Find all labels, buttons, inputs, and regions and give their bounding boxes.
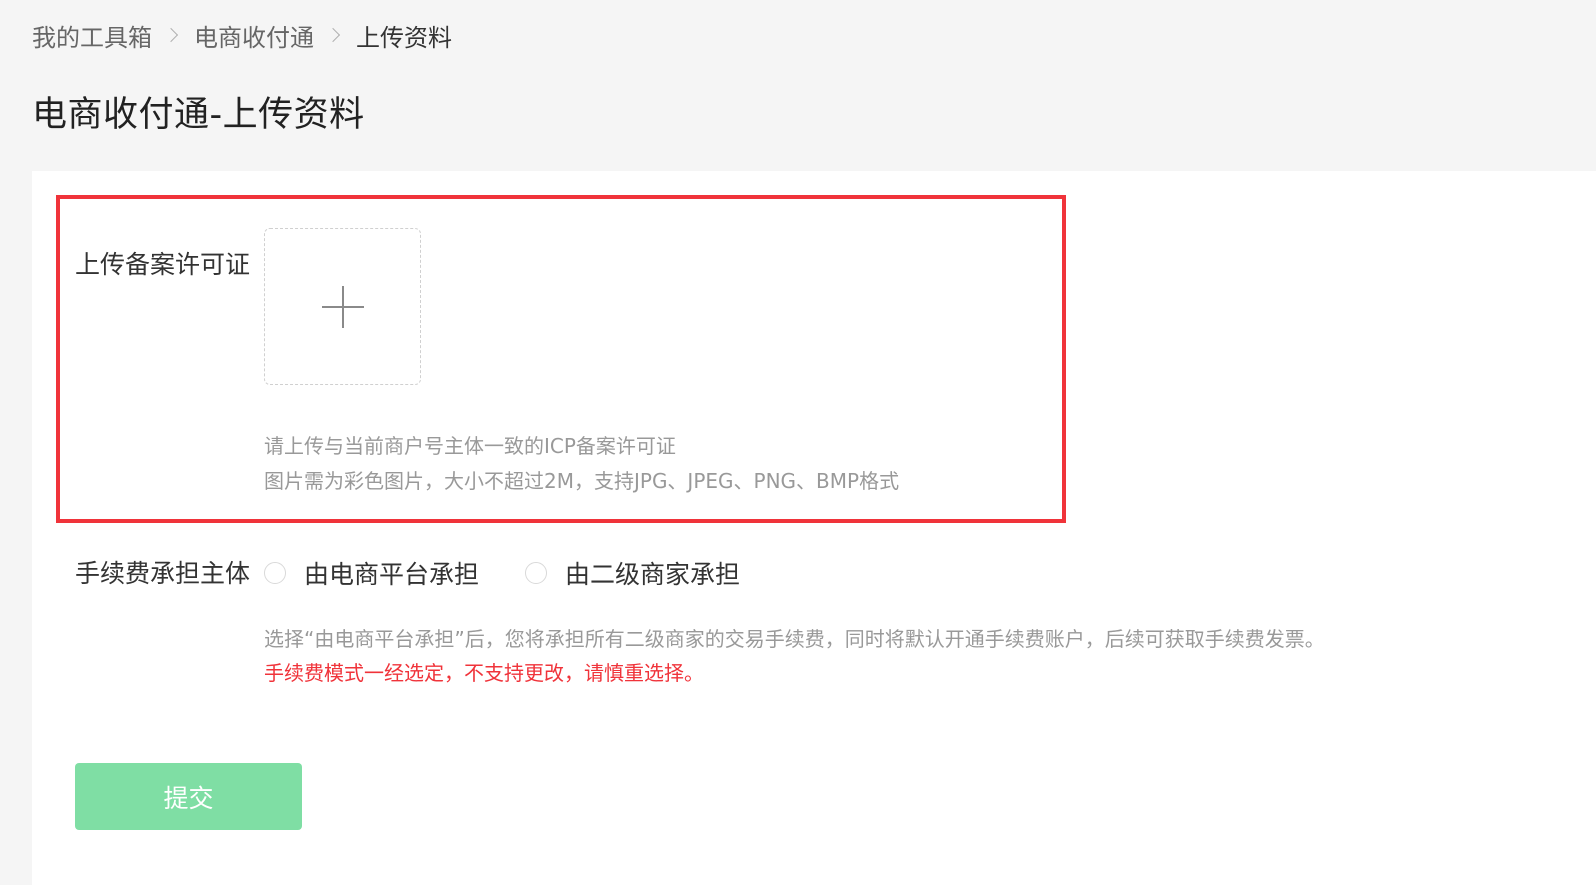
upload-license-button[interactable] [264, 228, 421, 385]
upload-hint-line2: 图片需为彩色图片，大小不超过2M，支持JPG、JPEG、PNG、BMP格式 [264, 469, 900, 493]
form-card: 上传备案许可证 请上传与当前商户号主体一致的ICP备案许可证 图片需为彩色图片，… [32, 171, 1596, 885]
fee-bearer-hint: 选择“由电商平台承担”后，您将承担所有二级商家的交易手续费，同时将默认开通手续费… [264, 627, 1325, 651]
fee-bearer-warning: 手续费模式一经选定，不支持更改，请慎重选择。 [264, 661, 704, 685]
breadcrumb-item-toolbox[interactable]: 我的工具箱 [32, 18, 152, 53]
breadcrumb: 我的工具箱 电商收付通 上传资料 [32, 18, 452, 52]
plus-icon [322, 286, 364, 328]
chevron-right-icon [325, 27, 341, 43]
radio-merchant-bears-label: 由二级商家承担 [565, 560, 741, 589]
breadcrumb-item-upload: 上传资料 [356, 23, 452, 52]
page-title: 电商收付通-上传资料 [32, 95, 365, 135]
upload-license-label: 上传备案许可证 [75, 250, 251, 279]
radio-platform-bears-label: 由电商平台承担 [304, 560, 480, 589]
radio-circle-icon[interactable] [264, 562, 286, 584]
radio-merchant-bears[interactable]: 由二级商家承担 [525, 555, 740, 591]
upload-hint-line1: 请上传与当前商户号主体一致的ICP备案许可证 [264, 434, 676, 458]
radio-platform-bears[interactable]: 由电商平台承担 [264, 555, 479, 591]
submit-button[interactable]: 提交 [75, 763, 302, 830]
radio-circle-icon[interactable] [525, 562, 547, 584]
chevron-right-icon [163, 27, 179, 43]
fee-bearer-label: 手续费承担主体 [75, 559, 251, 588]
breadcrumb-item-ecommerce-pay[interactable]: 电商收付通 [194, 18, 314, 53]
